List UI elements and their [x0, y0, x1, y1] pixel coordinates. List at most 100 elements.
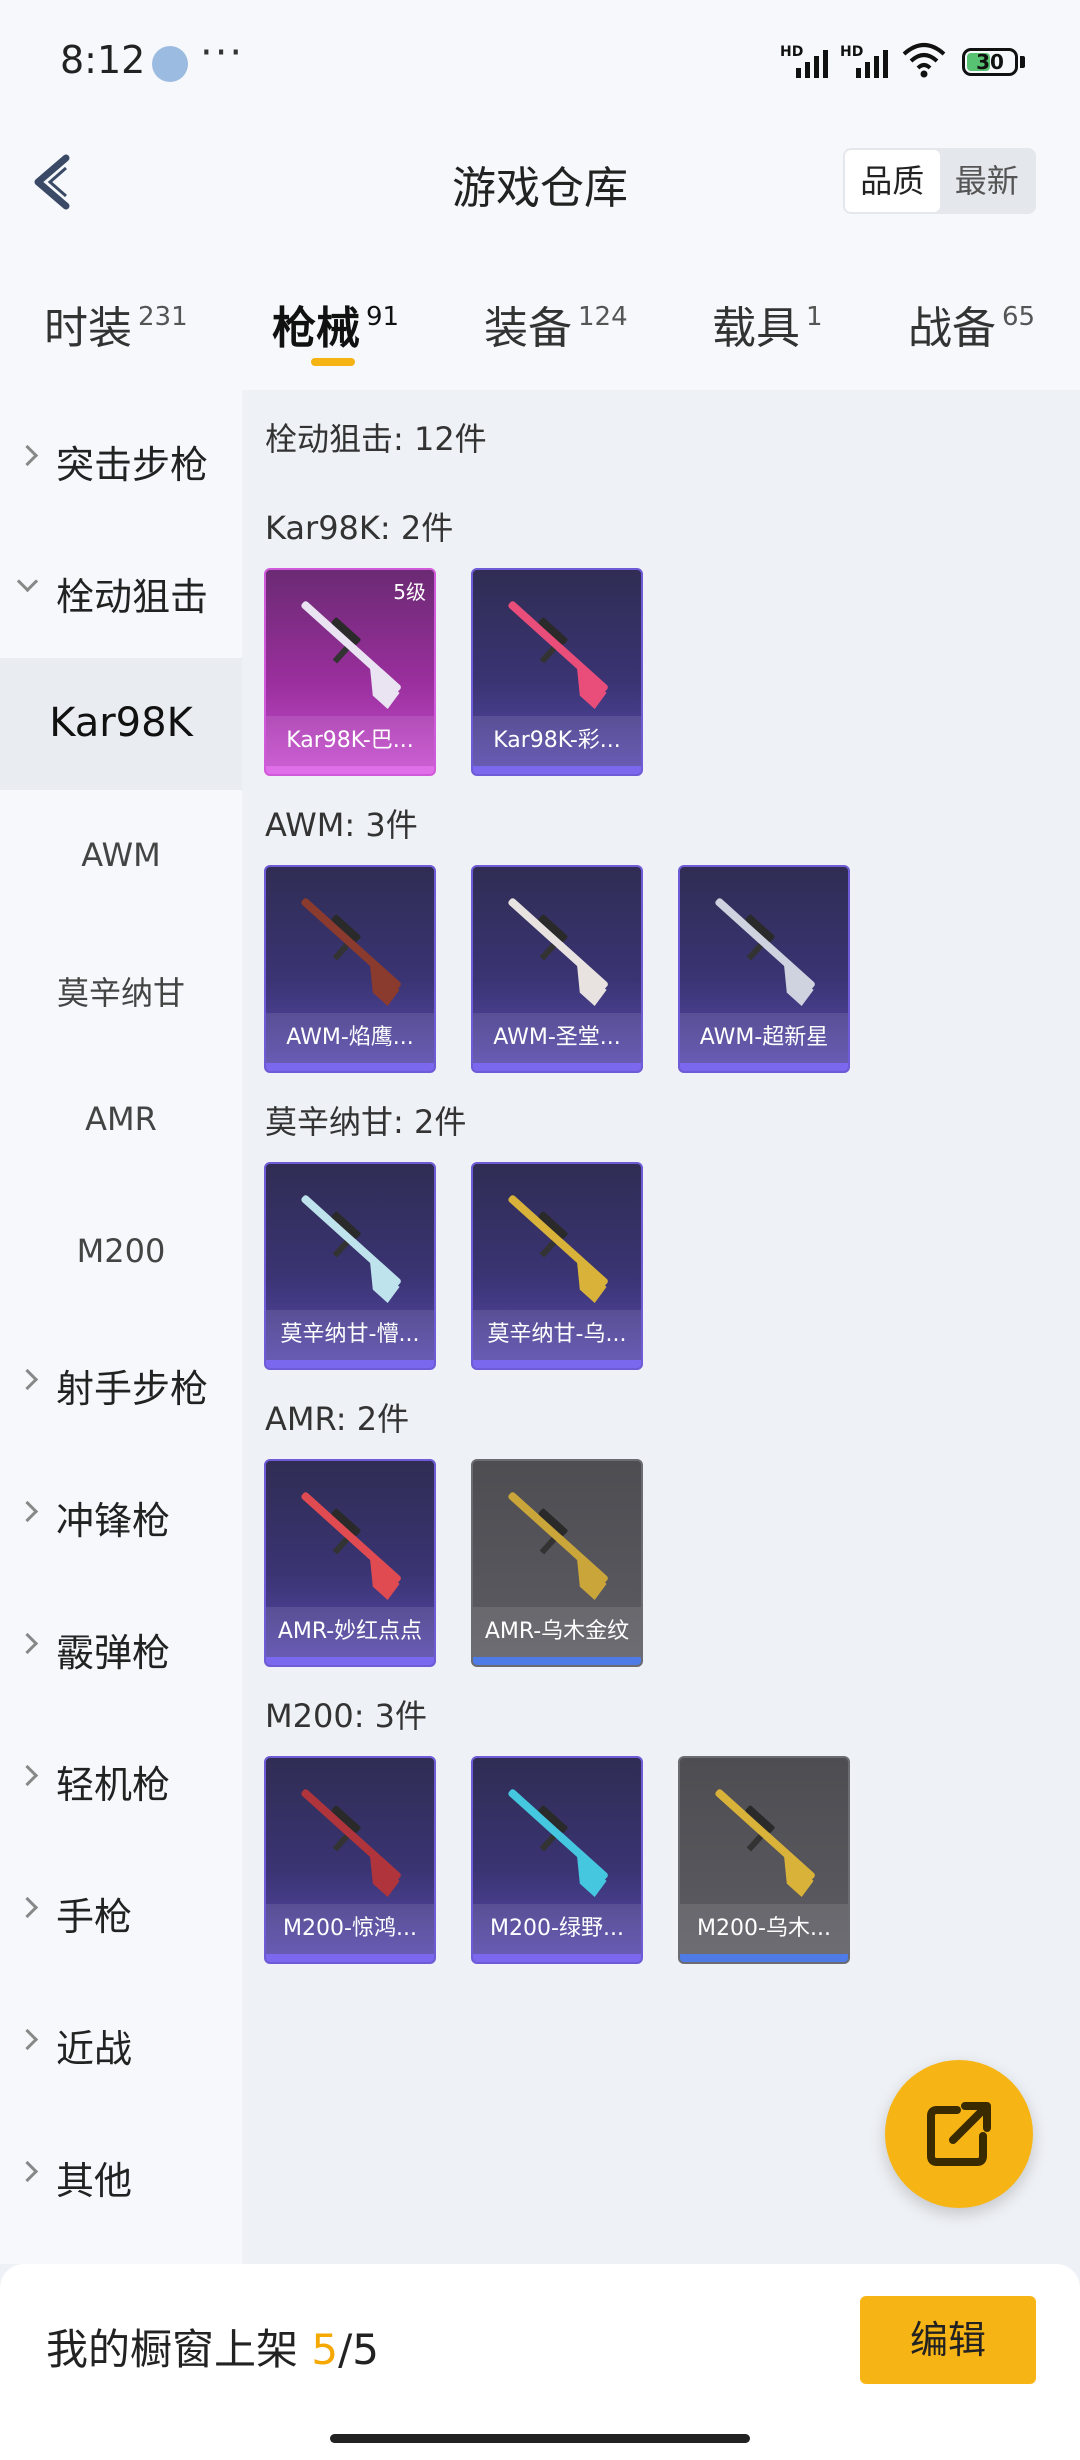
sidebar-category-label: 冲锋枪 — [56, 1499, 171, 1543]
rifle-icon — [508, 601, 608, 710]
rarity-stripe — [473, 766, 641, 774]
rarity-stripe — [266, 1657, 434, 1665]
sidebar-item-9[interactable]: 霰弹枪 — [0, 1582, 242, 1714]
sidebar-subitem-label: AWM — [81, 836, 161, 874]
group-title: 莫辛纳甘: 2件 — [265, 1103, 467, 1141]
weapon-skin-card[interactable]: AMR-妙红点点 — [264, 1459, 436, 1667]
share-external-icon — [927, 2102, 991, 2166]
skin-name: M200-惊鸿... — [266, 1904, 434, 1954]
weapon-skin-card[interactable]: 莫辛纳甘-懵... — [264, 1162, 436, 1370]
showcase-count: 5 — [311, 2325, 339, 2374]
rarity-stripe — [473, 1360, 641, 1368]
rarity-stripe — [473, 1954, 641, 1962]
sidebar-category-label: 其他 — [56, 2159, 133, 2203]
sort-toggle[interactable]: 品质 最新 — [843, 148, 1036, 214]
weapon-skin-card[interactable]: 5级 Kar98K-巴... — [264, 568, 436, 776]
sort-quality-option[interactable]: 品质 — [845, 150, 940, 212]
weapon-skin-card[interactable]: Kar98K-彩... — [471, 568, 643, 776]
rarity-stripe — [266, 1063, 434, 1071]
skin-name: 莫辛纳甘-乌... — [473, 1310, 641, 1360]
sidebar-category-label: 射手步枪 — [56, 1367, 209, 1411]
tab-firearms[interactable]: 枪械 91 — [272, 292, 399, 356]
group-title: AMR: 2件 — [265, 1400, 410, 1438]
rifle-icon — [508, 1789, 608, 1898]
sidebar-item-5[interactable]: AMR — [0, 1054, 242, 1186]
chevron-right-icon — [16, 1896, 39, 1919]
sort-newest-option[interactable]: 最新 — [940, 150, 1035, 212]
tab-fashion[interactable]: 时装 231 — [44, 292, 188, 356]
tab-vehicles[interactable]: 载具 1 — [712, 292, 823, 356]
battery-level: 30 — [976, 50, 1004, 74]
rarity-stripe — [680, 1954, 848, 1962]
sidebar-subitem-label: Kar98K — [49, 700, 193, 746]
skin-name: AMR-妙红点点 — [266, 1607, 434, 1657]
sidebar-item-6[interactable]: M200 — [0, 1186, 242, 1318]
group-title: M200: 3件 — [265, 1697, 428, 1735]
rifle-icon — [508, 898, 608, 1007]
rifle-icon — [508, 1492, 608, 1601]
rarity-stripe — [473, 1657, 641, 1665]
rarity-stripe — [266, 1954, 434, 1962]
tab-supplies[interactable]: 战备 65 — [908, 292, 1035, 356]
weapon-skin-card[interactable]: AWM-超新星 — [678, 865, 850, 1073]
sidebar-category-label: 手枪 — [56, 1895, 133, 1939]
skin-name: AWM-焰鹰... — [266, 1013, 434, 1063]
weapon-skin-card[interactable]: M200-惊鸿... — [264, 1756, 436, 1964]
skin-name: 莫辛纳甘-懵... — [266, 1310, 434, 1360]
edit-button[interactable]: 编辑 — [860, 2296, 1036, 2384]
sidebar-item-12[interactable]: 近战 — [0, 1978, 242, 2110]
battery-icon: 30 — [962, 48, 1018, 76]
sidebar-item-13[interactable]: 其他 — [0, 2110, 242, 2242]
skin-name: M200-乌木... — [680, 1904, 848, 1954]
skin-name: AWM-圣堂... — [473, 1013, 641, 1063]
sidebar-item-7[interactable]: 射手步枪 — [0, 1318, 242, 1450]
home-indicator[interactable] — [330, 2434, 750, 2443]
skin-name: M200-绿野... — [473, 1904, 641, 1954]
rarity-stripe — [266, 766, 434, 774]
tab-equipment[interactable]: 装备 124 — [484, 292, 628, 356]
chevron-right-icon — [16, 444, 39, 467]
sidebar-item-4[interactable]: 莫辛纳甘 — [0, 922, 242, 1054]
chevron-right-icon — [16, 1500, 39, 1523]
rifle-icon — [301, 1195, 401, 1304]
weapon-skin-card[interactable]: AWM-圣堂... — [471, 865, 643, 1073]
weapon-skin-card[interactable]: AWM-焰鹰... — [264, 865, 436, 1073]
share-button[interactable] — [885, 2060, 1033, 2208]
section-title: 栓动狙击: 12件 — [265, 420, 487, 458]
sidebar-item-0[interactable]: 突击步枪 — [0, 394, 242, 526]
sidebar-item-11[interactable]: 手枪 — [0, 1846, 242, 1978]
sidebar-item-3[interactable]: AWM — [0, 790, 242, 922]
rarity-stripe — [266, 1360, 434, 1368]
showcase-total: /5 — [338, 2325, 379, 2374]
battery-cap — [1020, 56, 1025, 68]
active-tab-indicator — [311, 358, 355, 366]
sidebar-item-1[interactable]: 栓动狙击 — [0, 526, 242, 658]
wifi-icon — [902, 43, 946, 78]
skin-name: Kar98K-巴... — [266, 716, 434, 766]
rarity-stripe — [680, 1063, 848, 1071]
signal-icon — [796, 48, 836, 78]
weapon-skin-card[interactable]: 莫辛纳甘-乌... — [471, 1162, 643, 1370]
sidebar-category-label: 突击步枪 — [56, 443, 209, 487]
weapon-skin-card[interactable]: M200-绿野... — [471, 1756, 643, 1964]
more-notifications-icon: ··· — [200, 30, 245, 76]
weapon-skin-card[interactable]: M200-乌木... — [678, 1756, 850, 1964]
sidebar-item-2[interactable]: Kar98K — [0, 658, 242, 790]
group-title: Kar98K: 2件 — [265, 509, 454, 547]
rifle-icon — [301, 1492, 401, 1601]
sidebar-item-8[interactable]: 冲锋枪 — [0, 1450, 242, 1582]
signal-icon-2 — [856, 48, 896, 78]
sidebar-category-label: 近战 — [56, 2027, 133, 2071]
sidebar-subitem-label: 莫辛纳甘 — [56, 974, 185, 1012]
sidebar-item-10[interactable]: 轻机枪 — [0, 1714, 242, 1846]
sidebar-category-label: 栓动狙击 — [56, 575, 209, 619]
chevron-right-icon — [16, 2160, 39, 2183]
chevron-right-icon — [16, 1632, 39, 1655]
chevron-right-icon — [16, 1764, 39, 1787]
weapon-skin-card[interactable]: AMR-乌木金纹 — [471, 1459, 643, 1667]
showcase-status: 我的橱窗上架 5/5 — [46, 2325, 379, 2374]
skin-name: Kar98K-彩... — [473, 716, 641, 766]
rifle-icon — [301, 898, 401, 1007]
sidebar-category-label: 轻机枪 — [56, 1763, 171, 1807]
chevron-right-icon — [16, 2028, 39, 2051]
